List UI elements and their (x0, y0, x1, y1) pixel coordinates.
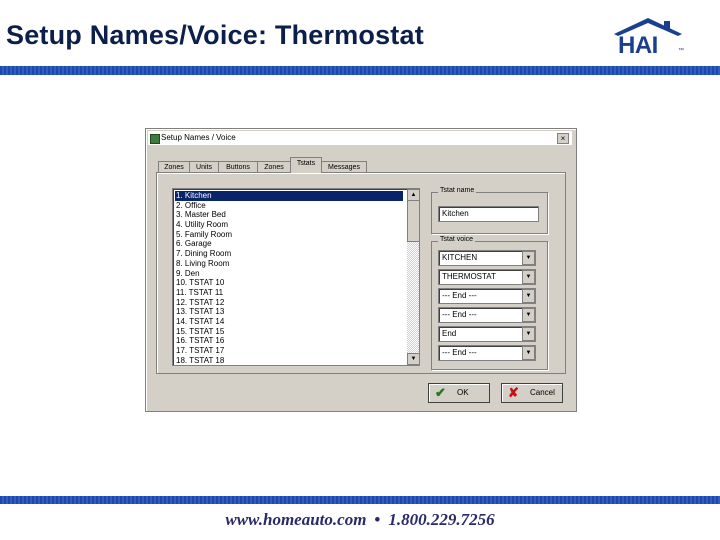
list-item[interactable]: 4. Utility Room (175, 220, 403, 230)
chevron-down-icon[interactable]: ▼ (522, 346, 535, 360)
list-item[interactable]: 2. Office (175, 201, 403, 211)
voice-slot-6-value: --- End --- (442, 348, 477, 357)
list-item[interactable]: 1. Kitchen (175, 191, 403, 201)
voice-slot-1-select[interactable]: KITCHEN ▼ (438, 250, 536, 266)
ok-label: OK (457, 388, 469, 397)
list-item[interactable]: 7. Dining Room (175, 249, 403, 259)
list-item[interactable]: 16. TSTAT 16 (175, 336, 403, 346)
chevron-down-icon[interactable]: ▼ (522, 289, 535, 303)
thermostat-listbox[interactable]: 1. Kitchen 2. Office 3. Master Bed 4. Utili… (172, 188, 420, 366)
chevron-down-icon[interactable]: ▼ (522, 251, 535, 265)
voice-slot-4-select[interactable]: --- End --- ▼ (438, 307, 536, 323)
cancel-button[interactable]: ✘ Cancel (501, 383, 563, 403)
voice-slot-2-value: THERMOSTAT (442, 272, 496, 281)
list-item[interactable]: 3. Master Bed (175, 210, 403, 220)
footer-separator: • (374, 510, 381, 529)
list-item[interactable]: 13. TSTAT 13 (175, 307, 403, 317)
header-divider-bar (0, 66, 720, 75)
thermostat-list: 1. Kitchen 2. Office 3. Master Bed 4. Utili… (175, 191, 403, 365)
footer-phone: 1.800.229.7256 (388, 510, 495, 529)
scroll-thumb[interactable] (407, 200, 419, 242)
list-item[interactable]: 12. TSTAT 12 (175, 298, 403, 308)
hai-logo: HAI ™ (608, 16, 688, 59)
footer-url[interactable]: www.homeauto.com (225, 510, 366, 529)
list-item[interactable]: 9. Den (175, 269, 403, 279)
chevron-down-icon[interactable]: ▼ (522, 270, 535, 284)
list-item[interactable]: 17. TSTAT 17 (175, 346, 403, 356)
cancel-label: Cancel (530, 388, 555, 397)
checkmark-icon: ✔ (435, 385, 446, 400)
voice-slot-5-value: End (442, 329, 457, 338)
setup-names-voice-dialog: Setup Names / Voice × Zones Units Button… (145, 128, 577, 412)
vertical-scrollbar[interactable]: ▲ ▼ (407, 189, 419, 365)
list-item[interactable]: 5. Family Room (175, 230, 403, 240)
footer: www.homeauto.com • 1.800.229.7256 (0, 510, 720, 530)
voice-slot-3-value: --- End --- (442, 291, 477, 300)
voice-slot-4-value: --- End --- (442, 310, 477, 319)
tstat-name-label: Tstat name (438, 187, 477, 194)
voice-slot-5-select[interactable]: End ▼ (438, 326, 536, 342)
tab-tstats[interactable]: Tstats (290, 157, 322, 173)
scroll-down-button[interactable]: ▼ (407, 353, 419, 365)
dialog-title: Setup Names / Voice (161, 133, 236, 142)
chevron-down-icon[interactable]: ▼ (522, 308, 535, 322)
tstat-name-input[interactable]: Kitchen (438, 206, 539, 222)
list-item[interactable]: 8. Living Room (175, 259, 403, 269)
slide-title: Setup Names/Voice: Thermostat (6, 20, 424, 50)
dialog-titlebar[interactable]: Setup Names / Voice × (148, 131, 572, 145)
list-item[interactable]: 18. TSTAT 18 (175, 356, 403, 365)
voice-slot-3-select[interactable]: --- End --- ▼ (438, 288, 536, 304)
app-icon (150, 134, 160, 144)
close-button[interactable]: × (557, 133, 569, 144)
voice-slot-1-value: KITCHEN (442, 253, 478, 262)
list-item[interactable]: 14. TSTAT 14 (175, 317, 403, 327)
footer-divider-bar (0, 496, 720, 504)
list-item[interactable]: 11. TSTAT 11 (175, 288, 403, 298)
list-item[interactable]: 10. TSTAT 10 (175, 278, 403, 288)
logo-trademark: ™ (678, 48, 684, 54)
list-item[interactable]: 6. Garage (175, 239, 403, 249)
ok-button[interactable]: ✔ OK (428, 383, 490, 403)
voice-slot-6-select[interactable]: --- End --- ▼ (438, 345, 536, 361)
list-item[interactable]: 15. TSTAT 15 (175, 327, 403, 337)
voice-slot-2-select[interactable]: THERMOSTAT ▼ (438, 269, 536, 285)
tstat-voice-label: Tstat voice (438, 236, 476, 243)
logo-text: HAI (618, 32, 658, 59)
chevron-down-icon[interactable]: ▼ (522, 327, 535, 341)
cross-icon: ✘ (508, 385, 519, 400)
